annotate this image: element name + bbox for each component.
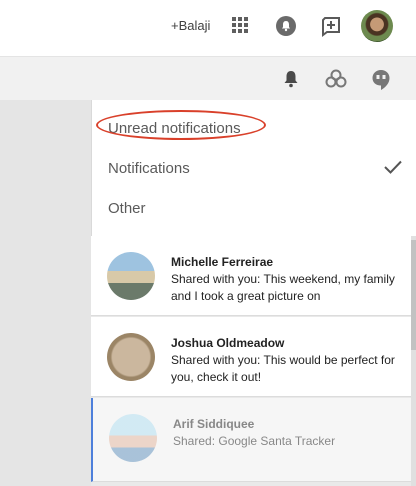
menu-item-other[interactable]: Other: [108, 200, 146, 217]
account-avatar[interactable]: [361, 10, 393, 42]
notification-text: Shared: Google Santa Tracker: [173, 434, 336, 448]
notification-list: Michelle Ferreirae Shared with you: This…: [91, 236, 416, 486]
background-pane: [0, 100, 91, 486]
circles-icon[interactable]: [325, 69, 347, 94]
bell-icon[interactable]: [282, 69, 300, 94]
hangouts-icon[interactable]: [371, 69, 391, 96]
avatar: [109, 414, 157, 462]
scrollbar-thumb[interactable]: [411, 240, 416, 350]
notification-text: Shared with you: This would be perfect f…: [171, 353, 395, 384]
menu-item-notifications[interactable]: Notifications: [108, 160, 190, 177]
menu-item-unread-notifications[interactable]: Unread notifications: [108, 120, 241, 137]
top-bar: +Balaji: [0, 0, 416, 56]
notification-sender: Joshua Oldmeadow: [171, 336, 285, 350]
notifications-bell-icon[interactable]: [276, 16, 296, 36]
notification-filter-menu: Unread notifications Notifications Other: [91, 100, 416, 236]
scrollbar[interactable]: [411, 236, 416, 486]
share-plus-icon[interactable]: [320, 15, 342, 37]
notification-header-bar: [0, 56, 416, 100]
notification-sender: Arif Siddiquee: [173, 417, 255, 431]
notification-card[interactable]: Joshua Oldmeadow Shared with you: This w…: [91, 317, 411, 397]
notification-card[interactable]: Arif Siddiquee Shared: Google Santa Trac…: [91, 398, 411, 482]
apps-grid-icon[interactable]: [232, 17, 248, 33]
notification-text: Shared with you: This weekend, my family…: [171, 272, 395, 303]
notification-card[interactable]: Michelle Ferreirae Shared with you: This…: [91, 236, 411, 316]
checkmark-icon: [384, 160, 402, 179]
notification-sender: Michelle Ferreirae: [171, 255, 274, 269]
avatar: [107, 252, 155, 300]
user-profile-link[interactable]: +Balaji: [171, 18, 210, 33]
avatar: [107, 333, 155, 381]
